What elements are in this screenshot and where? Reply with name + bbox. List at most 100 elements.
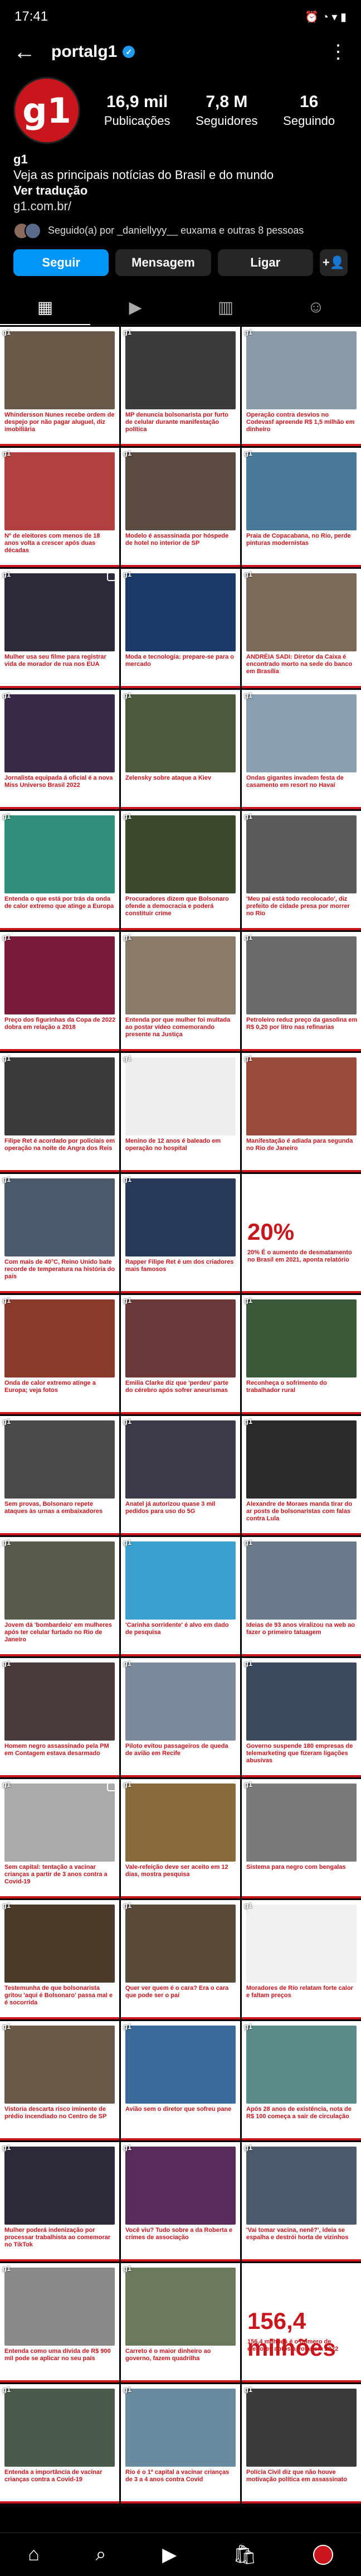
- post-thumbnail[interactable]: g1 Mulher poderá indenização por processa…: [0, 2142, 119, 2261]
- post-thumbnail[interactable]: g1 Nº de eleitores com menos de 18 anos v…: [0, 447, 119, 567]
- post-thumbnail[interactable]: g1 ANDRÉIA SADI: Diretor da Caixa é encon…: [242, 568, 361, 688]
- post-g1-logo: g1: [244, 327, 253, 336]
- post-caption: Jornalista equipada á oficial é a nova M…: [4, 774, 113, 789]
- post-caption: Rio é o 1º capital a vacinar crianças de…: [125, 2468, 230, 2483]
- see-translation-link[interactable]: Ver tradução: [13, 183, 348, 199]
- tab-tagged-icon[interactable]: ☺: [271, 291, 361, 325]
- post-thumbnail[interactable]: g1 Moradores de Rio relatam forte calor e…: [242, 1900, 361, 2019]
- post-image: [4, 2025, 115, 2104]
- post-thumbnail[interactable]: g1 Modelo é assassinada por hóspede de ho…: [121, 447, 240, 567]
- post-thumbnail[interactable]: g1 Anatel já autorizou quase 3 mil pedido…: [121, 1415, 240, 1535]
- post-g1-logo: g1: [2, 1053, 11, 1062]
- bio-text: Veja as principais notícias do Brasil e …: [13, 168, 274, 182]
- post-thumbnail[interactable]: g1 Preço dos figurinhas da Copa de 2022 d…: [0, 931, 119, 1051]
- post-thumbnail[interactable]: g1 Entenda por que mulher foi multada ao …: [121, 931, 240, 1051]
- post-thumbnail[interactable]: g1 Sem capital: tentação a vacinar crianç…: [0, 1778, 119, 1898]
- avatar[interactable]: g1: [13, 77, 80, 144]
- post-thumbnail[interactable]: g1 Zelensky sobre ataque a Kiev: [121, 689, 240, 809]
- stat-posts[interactable]: 16,9 mil Publicações: [104, 93, 170, 128]
- post-thumbnail[interactable]: g1 Rapper Filipe Ret é um dos criadores m…: [121, 1173, 240, 1293]
- tab-guides-icon[interactable]: ▥: [180, 291, 271, 325]
- post-g1-logo: g1: [244, 1901, 253, 1910]
- shop-icon[interactable]: 🛍: [233, 2544, 257, 2566]
- post-thumbnail[interactable]: g1 Após 28 anos de existência, nota de R$…: [242, 2021, 361, 2140]
- post-thumbnail[interactable]: 156,4 milhões 156,4 milhões é o número de…: [242, 2263, 361, 2382]
- post-thumbnail[interactable]: g1 Homem negro assassinado pela PM em Con…: [0, 1657, 119, 1777]
- post-thumbnail[interactable]: g1 'Vai tomar vacina, nenê?', ideia se es…: [242, 2142, 361, 2261]
- stat-following[interactable]: 16 Seguindo: [283, 93, 335, 128]
- more-options-icon[interactable]: ⋮: [329, 41, 348, 63]
- post-thumbnail[interactable]: g1 Alexandre de Moraes manda tirar do ar …: [242, 1415, 361, 1535]
- post-thumbnail[interactable]: g1 Vale-refeição deve ser aceito em 12 di…: [121, 1778, 240, 1898]
- post-thumbnail[interactable]: g1 Procuradores dizem que Bolsonaro ofend…: [121, 810, 240, 930]
- post-thumbnail[interactable]: g1 Moda e tecnologia: prepare-se para o m…: [121, 568, 240, 688]
- post-thumbnail[interactable]: g1 Você viu? Tudo sobre a da Roberta e cr…: [121, 2142, 240, 2261]
- home-icon[interactable]: ⌂: [28, 2544, 40, 2565]
- profile-header: g1 16,9 mil Publicações 7,8 M Seguidores…: [0, 70, 361, 144]
- reels-icon[interactable]: ▶: [162, 2544, 177, 2566]
- post-thumbnail[interactable]: g1 Whindersson Nunes recebe ordem de desp…: [0, 326, 119, 446]
- post-thumbnail[interactable]: g1 MP denuncia bolsonarista por furto de …: [121, 326, 240, 446]
- post-thumbnail[interactable]: g1 Ondas gigantes invadem festa de casame…: [242, 689, 361, 809]
- post-g1-logo: g1: [2, 690, 11, 699]
- post-thumbnail[interactable]: g1 Rio é o 1º capital a vacinar crianças …: [121, 2384, 240, 2503]
- add-user-button[interactable]: +👤: [319, 249, 348, 276]
- post-thumbnail[interactable]: g1 'Carinha sorridente' é alvo em dado de…: [121, 1536, 240, 1656]
- post-image: [246, 1904, 357, 1983]
- post-thumbnail[interactable]: g1 Carreto é o maior dinheiro ao governo,…: [121, 2263, 240, 2382]
- search-icon[interactable]: ⌕: [95, 2544, 106, 2565]
- post-thumbnail[interactable]: g1 Polícia Civil diz que não houve motiva…: [242, 2384, 361, 2503]
- message-button[interactable]: Mensagem: [115, 249, 211, 276]
- post-thumbnail[interactable]: g1 Onda de calor extremo atinge a Europa;…: [0, 1294, 119, 1414]
- post-thumbnail[interactable]: g1 Jornalista equipada á oficial é a nova…: [0, 689, 119, 809]
- post-thumbnail[interactable]: g1 Avião sem o diretor que sofreu pane: [121, 2021, 240, 2140]
- post-thumbnail[interactable]: 20% 20% É o aumento de desmatamento no Br…: [242, 1173, 361, 1293]
- post-thumbnail[interactable]: g1 Governo suspende 180 empresas de telem…: [242, 1657, 361, 1777]
- post-thumbnail[interactable]: g1 Filipe Ret é acordado por policiais em…: [0, 1052, 119, 1172]
- post-image: [246, 815, 357, 893]
- post-image: [246, 1420, 357, 1499]
- post-image: [125, 1662, 236, 1741]
- post-image: [4, 573, 115, 651]
- post-image: [125, 1783, 236, 1862]
- follow-button[interactable]: Seguir: [13, 249, 109, 276]
- tab-reels-icon[interactable]: ▶: [90, 291, 180, 325]
- post-g1-logo: g1: [123, 1175, 132, 1183]
- post-thumbnail[interactable]: g1 Emilia Clarke diz que 'perdeu' parte d…: [121, 1294, 240, 1414]
- profile-avatar-icon[interactable]: [313, 2544, 333, 2565]
- post-thumbnail[interactable]: g1 'Meu pai está todo recolocado', diz pr…: [242, 810, 361, 930]
- post-thumbnail[interactable]: g1 Petroleiro reduz preço da gasolina em …: [242, 931, 361, 1051]
- post-g1-logo: g1: [123, 1417, 132, 1425]
- post-image: [125, 2146, 236, 2225]
- post-thumbnail[interactable]: g1 Entenda como uma dívida de R$ 900 mil …: [0, 2263, 119, 2382]
- stat-followers[interactable]: 7,8 M Seguidores: [196, 93, 257, 128]
- post-thumbnail[interactable]: g1 Quer ver quem é o cara? Era o cara que…: [121, 1900, 240, 2019]
- post-thumbnail[interactable]: g1 Testemunha de que bolsonarista gritou …: [0, 1900, 119, 2019]
- back-arrow-icon[interactable]: ←: [13, 41, 36, 63]
- post-thumbnail[interactable]: g1 Reconheça o sofrimento do trabalhador …: [242, 1294, 361, 1414]
- post-caption: ANDRÉIA SADI: Diretor da Caixa é encontr…: [246, 653, 353, 675]
- post-thumbnail[interactable]: g1 Ideias de 93 anos viralizou na web ao …: [242, 1536, 361, 1656]
- post-g1-logo: g1: [2, 1175, 11, 1183]
- post-thumbnail[interactable]: g1 Manifestação é adiada para segunda no …: [242, 1052, 361, 1172]
- post-thumbnail[interactable]: g1 Sem provas, Bolsonaro repete ataques à…: [0, 1415, 119, 1535]
- post-thumbnail[interactable]: g1 Mulher usa seu filme para registrar vi…: [0, 568, 119, 688]
- call-button[interactable]: Ligar: [217, 249, 313, 276]
- post-thumbnail[interactable]: g1 Sistema para negro com bengalas: [242, 1778, 361, 1898]
- post-thumbnail[interactable]: g1 Praia de Copacabana, no Rio, perde pin…: [242, 447, 361, 567]
- post-thumbnail[interactable]: g1 Operação contra desvios no Codevasf ap…: [242, 326, 361, 446]
- post-thumbnail[interactable]: g1 Com mais de 40°C, Reino Unido bate rec…: [0, 1173, 119, 1293]
- post-thumbnail[interactable]: g1 Piloto evitou passageiros de queda de …: [121, 1657, 240, 1777]
- post-thumbnail[interactable]: g1 Entenda o que está por trás da onda de…: [0, 810, 119, 930]
- post-image: [125, 2388, 236, 2467]
- post-image: [4, 452, 115, 530]
- profile-link[interactable]: g1.com.br/: [13, 199, 348, 214]
- post-thumbnail[interactable]: g1 Jovem dá 'bombardeio' em mulheres após…: [0, 1536, 119, 1656]
- post-thumbnail[interactable]: g1 Vistoria descarta risco iminente de pr…: [0, 2021, 119, 2140]
- followed-by[interactable]: Seguido(a) por _daniellyyy__ euxama e ou…: [0, 215, 361, 239]
- post-caption: Emilia Clarke diz que 'perdeu' parte do …: [125, 1379, 228, 1394]
- post-thumbnail[interactable]: g1 Menino de 12 anos é baleado em operaçã…: [121, 1052, 240, 1172]
- post-thumbnail[interactable]: g1 Entenda a importância de vacinar crian…: [0, 2384, 119, 2503]
- tab-posts-grid-icon[interactable]: ▦: [0, 291, 90, 325]
- post-image: [4, 2267, 115, 2346]
